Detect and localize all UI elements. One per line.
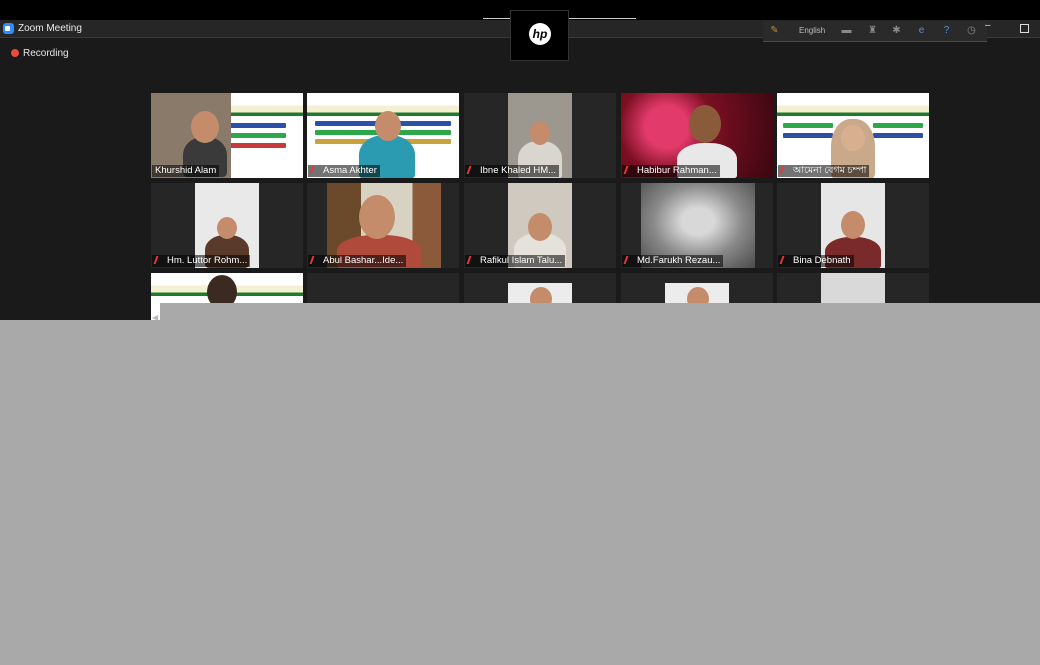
participant-name: Bina Debnath [778,255,854,267]
person-head [528,213,552,241]
participant-tile[interactable]: Khurshid Alam [151,93,303,178]
webcam-notch: hp [510,10,569,61]
person-head [530,121,550,145]
muted-mic-icon [153,256,165,264]
participant-tile[interactable]: Ibne Khaled HM... [464,93,616,178]
occluding-panel [0,320,1040,665]
muted-mic-icon [309,256,321,264]
banner-row [873,123,923,128]
participant-tile[interactable]: Habibur Rahman... [621,93,773,178]
banner-row [873,133,923,138]
person-head [375,111,401,141]
participant-tile[interactable]: Asma Akhter [307,93,459,178]
participant-name: Md.Farukh Rezau... [622,255,724,267]
muted-mic-icon [779,256,791,264]
participant-name: Khurshid Alam [152,165,220,177]
settings-icon[interactable]: ✱ [891,25,902,36]
participant-tile[interactable]: Rafikul Islam Talu... [464,183,616,268]
participant-tile[interactable]: Md.Farukh Rezau... [621,183,773,268]
participant-tile[interactable]: Hm. Luttor Rohm... [151,183,303,268]
clock-icon[interactable]: ◷ [966,25,977,36]
person-head [841,125,865,151]
person-head [689,105,721,143]
participant-tile[interactable]: Abul Bashar...Ide... [307,183,459,268]
pin-icon[interactable]: ♜ [867,25,878,36]
recording-indicator[interactable]: Recording [11,48,69,59]
window-title: Zoom Meeting [18,23,82,34]
person-head [191,111,219,143]
muted-mic-icon [466,166,478,174]
muted-mic-icon [623,166,635,174]
participant-name: Rafikul Islam Talu... [465,255,566,267]
record-dot-icon [11,49,19,57]
browser-icon[interactable]: e [916,25,927,36]
muted-mic-icon [779,166,791,174]
muted-mic-icon [466,256,478,264]
participant-name: আমেনা বেগম চম্পা [778,165,870,177]
zoom-logo-icon [3,23,14,34]
participant-name: Hm. Luttor Rohm... [152,255,251,267]
help-icon[interactable]: ? [941,25,952,36]
restore-button[interactable] [1020,24,1029,33]
person-head [217,217,237,239]
person-head [359,195,395,239]
participant-tile[interactable]: আমেনা বেগম চম্পা [777,93,929,178]
participant-tile[interactable]: Bina Debnath [777,183,929,268]
language-label[interactable]: English [799,26,825,35]
participant-name: Asma Akhter [308,165,380,177]
participant-name: Abul Bashar...Ide... [308,255,407,267]
participant-name: Ibne Khaled HM... [465,165,560,177]
keyboard-icon[interactable]: ▬ [841,25,852,36]
language-toolbar[interactable]: ✎ English ▬ ♜ ✱ e ? ◷ [763,21,987,42]
hp-logo: hp [529,23,551,45]
muted-mic-icon [623,256,635,264]
recording-label: Recording [23,48,69,59]
banner-row [783,133,833,138]
minimize-button[interactable]: – [985,20,991,31]
participant-name: Habibur Rahman... [622,165,720,177]
muted-mic-icon [309,166,321,174]
banner-row [783,123,833,128]
occluding-panel-top [160,303,1040,321]
ime-icon[interactable]: ✎ [769,25,780,36]
person-head [841,211,865,239]
